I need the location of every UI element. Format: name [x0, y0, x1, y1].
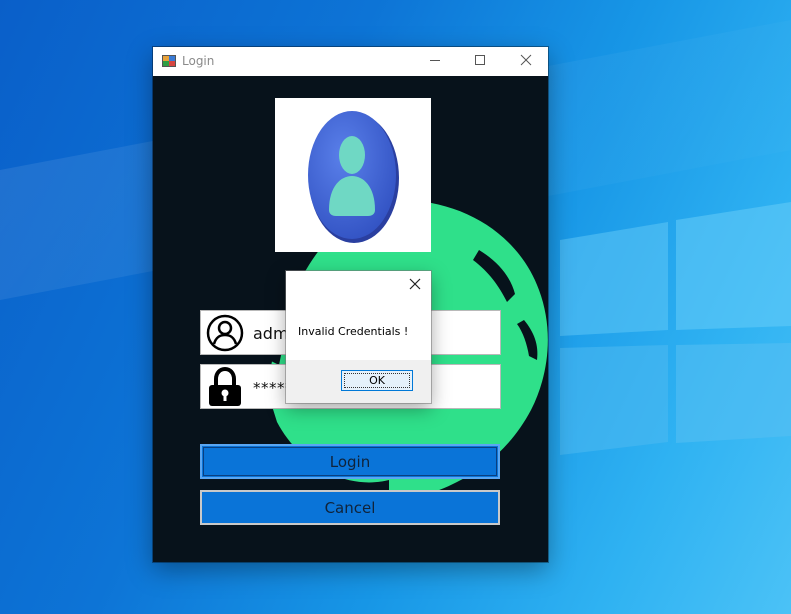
minimize-icon	[429, 53, 441, 71]
ok-button[interactable]: OK	[341, 370, 413, 391]
maximize-button[interactable]	[457, 47, 502, 76]
error-message-box: Invalid Credentials ! OK	[286, 271, 431, 403]
login-button[interactable]: Login	[200, 444, 500, 479]
close-button[interactable]	[503, 47, 548, 76]
message-footer: OK	[286, 360, 431, 403]
close-icon	[409, 277, 421, 295]
user-icon	[205, 313, 245, 353]
maximize-icon	[474, 53, 486, 71]
user-avatar-icon	[308, 111, 399, 243]
close-icon	[520, 53, 532, 71]
lock-icon	[205, 366, 245, 407]
app-form-icon	[162, 54, 176, 68]
title-bar[interactable]: Login	[153, 47, 548, 76]
window-title: Login	[182, 54, 215, 68]
cancel-button[interactable]: Cancel	[200, 490, 500, 525]
message-text: Invalid Credentials !	[298, 325, 409, 338]
message-close-button[interactable]	[402, 275, 428, 297]
avatar-picture	[275, 98, 431, 252]
minimize-button[interactable]	[412, 47, 457, 76]
ok-button-label: OK	[369, 374, 385, 387]
